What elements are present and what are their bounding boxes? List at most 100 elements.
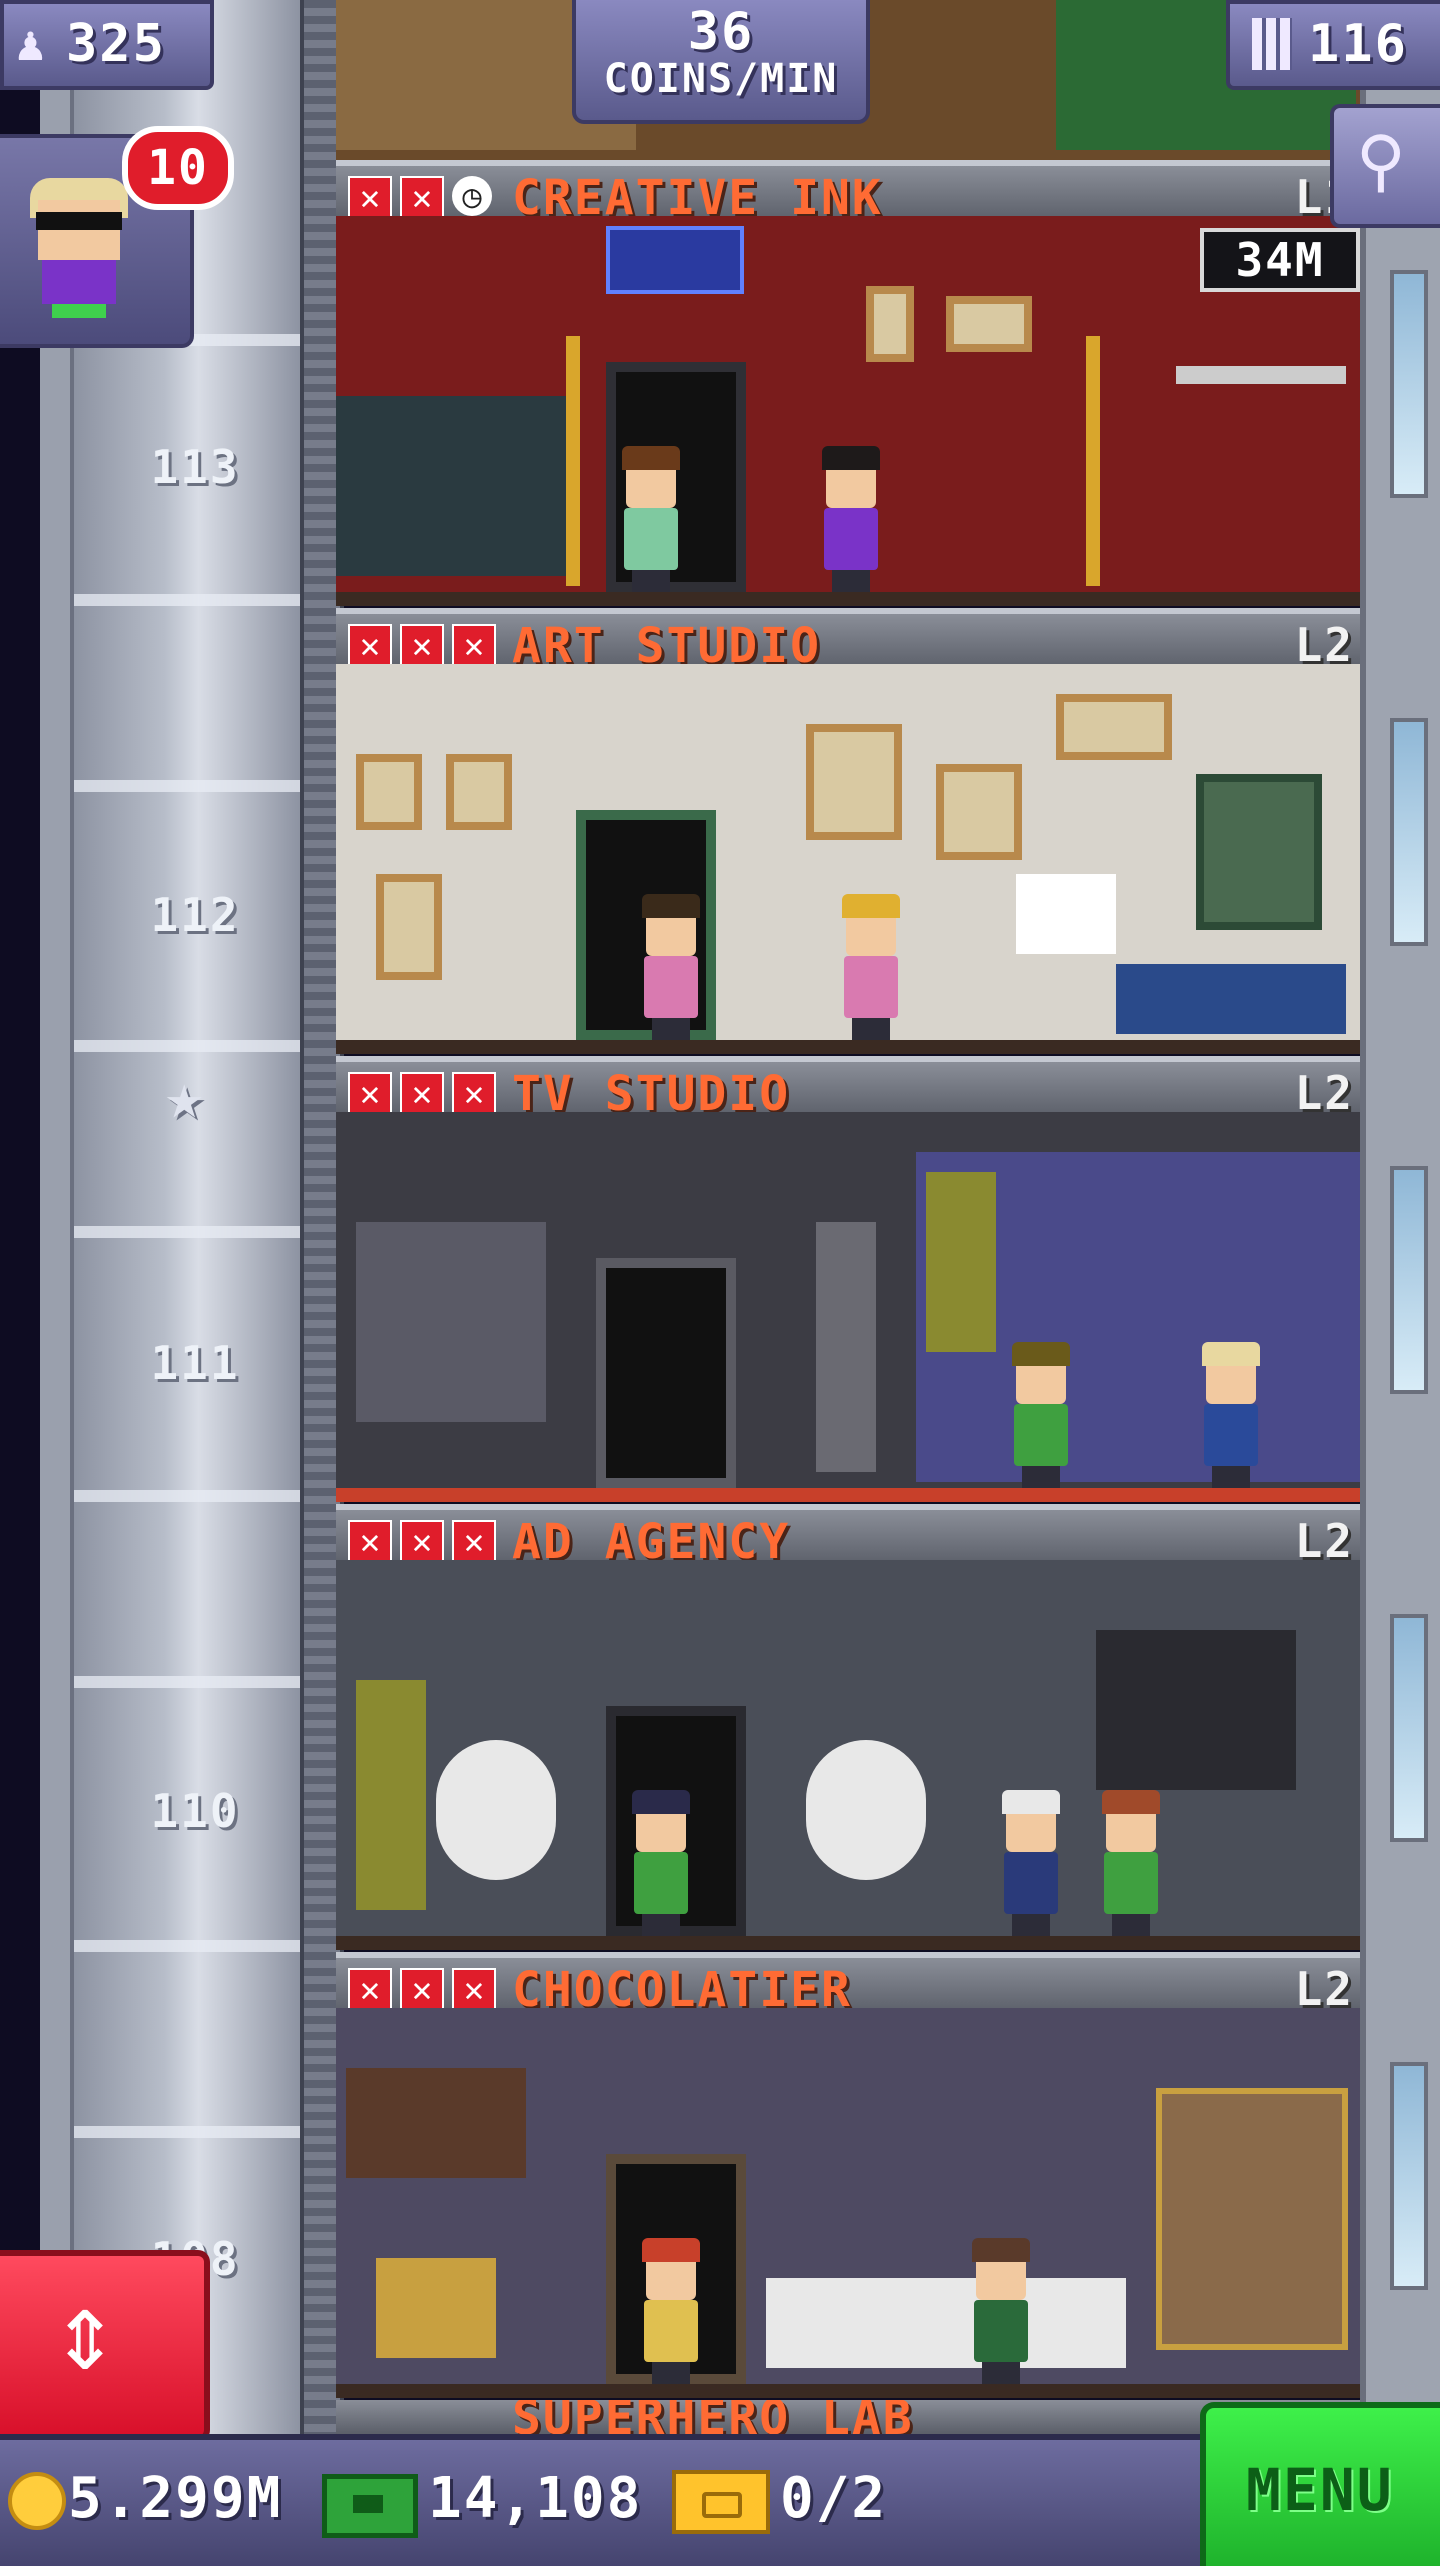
shaft-floor-number: 110 bbox=[150, 1784, 240, 1838]
floor-header: ✕ ✕ ✕ ART STUDIO L2 bbox=[336, 608, 1360, 674]
bux-icon bbox=[322, 2474, 418, 2538]
menu-button[interactable]: MENU bbox=[1200, 2402, 1440, 2566]
magnifier-icon: ⚲ bbox=[1356, 122, 1406, 201]
floor-count-button[interactable]: 116 bbox=[1226, 0, 1440, 90]
out-of-stock-icon: ✕ bbox=[452, 1072, 496, 1116]
floor-header: ✕ ✕ ✕ TV STUDIO L2 bbox=[336, 1056, 1360, 1122]
person[interactable] bbox=[996, 1790, 1066, 1936]
shaft-floor-number: 111 bbox=[150, 1336, 240, 1390]
window bbox=[1390, 2062, 1428, 2290]
out-of-stock-icon: ✕ bbox=[452, 1520, 496, 1564]
window bbox=[1390, 270, 1428, 498]
ticket-icon bbox=[672, 2470, 770, 2534]
menu-label: MENU bbox=[1246, 2456, 1394, 2524]
elevator-button[interactable]: ⇕ bbox=[0, 2250, 210, 2442]
shaft-floor-number: 112 bbox=[150, 888, 240, 942]
room-interior[interactable] bbox=[336, 1112, 1360, 1502]
floor-ad-agency[interactable]: ✕ ✕ ✕ AD AGENCY L2 bbox=[336, 1504, 1360, 1950]
out-of-stock-icon: ✕ bbox=[400, 176, 444, 220]
window bbox=[1390, 718, 1428, 946]
floor-chocolatier[interactable]: ✕ ✕ ✕ CHOCOLATIER L2 bbox=[336, 1952, 1360, 2398]
clock-icon: ◷ bbox=[452, 176, 492, 216]
vat bbox=[1156, 2088, 1348, 2350]
out-of-stock-icon: ✕ bbox=[452, 624, 496, 668]
out-of-stock-icon: ✕ bbox=[452, 1968, 496, 2012]
picture-frame bbox=[866, 286, 914, 362]
shaft-band bbox=[74, 1490, 300, 1502]
egg-chair bbox=[806, 1740, 926, 1880]
person[interactable] bbox=[626, 1790, 696, 1936]
picture-frame bbox=[376, 874, 442, 980]
bux-balance[interactable]: 14,108 bbox=[428, 2466, 642, 2531]
out-of-stock-icon: ✕ bbox=[348, 1072, 392, 1116]
neon-sign bbox=[606, 226, 744, 294]
coins-balance[interactable]: 5.299M bbox=[68, 2466, 282, 2531]
person[interactable] bbox=[616, 446, 686, 592]
building-icon bbox=[1252, 18, 1292, 70]
avatar bbox=[24, 178, 134, 318]
picture-frame bbox=[446, 754, 512, 830]
cauldron bbox=[376, 2258, 496, 2358]
floor-header: ✕ ✕ ◷ CREATIVE INK L1 bbox=[336, 160, 1360, 226]
picture-frame bbox=[1056, 694, 1172, 760]
floor-tv-studio[interactable]: ✕ ✕ ✕ TV STUDIO L2 bbox=[336, 1056, 1360, 1502]
room-interior[interactable] bbox=[336, 2008, 1360, 2398]
person[interactable] bbox=[636, 2238, 706, 2384]
room-floor bbox=[336, 2384, 1360, 2398]
person[interactable] bbox=[836, 894, 906, 1040]
notification-badge: 10 bbox=[122, 126, 234, 210]
person[interactable] bbox=[816, 446, 886, 592]
shaft-band bbox=[74, 780, 300, 792]
room-interior[interactable] bbox=[336, 1560, 1360, 1950]
coin-icon bbox=[8, 2472, 66, 2530]
desk bbox=[336, 396, 566, 576]
shaft-wall bbox=[40, 0, 74, 2560]
table bbox=[1116, 964, 1346, 1034]
shaft-band bbox=[74, 1040, 300, 1052]
floor-header: ✕ ✕ ✕ AD AGENCY L2 bbox=[336, 1504, 1360, 1570]
picture-frame bbox=[356, 754, 422, 830]
floor-header: ✕ ✕ ✕ CHOCOLATIER L2 bbox=[336, 1952, 1360, 2018]
restock-countdown: 34M bbox=[1200, 228, 1360, 292]
population-counter[interactable]: ♟ 325 bbox=[0, 0, 214, 90]
up-down-arrow-icon: ⇕ bbox=[52, 2267, 119, 2395]
control-panel bbox=[356, 1222, 546, 1422]
floor-name: SUPERHERO LAB bbox=[512, 2400, 914, 2434]
shaft-band bbox=[74, 1226, 300, 1238]
picture-frame bbox=[806, 724, 902, 840]
shelf bbox=[346, 2068, 526, 2178]
shaft-band bbox=[74, 2126, 300, 2138]
out-of-stock-icon: ✕ bbox=[348, 624, 392, 668]
person[interactable] bbox=[636, 894, 706, 1040]
picture-frame bbox=[936, 764, 1022, 860]
room-floor bbox=[336, 1488, 1360, 1502]
shelf bbox=[1176, 366, 1346, 384]
plant bbox=[926, 1172, 996, 1352]
room-floor bbox=[336, 592, 1360, 606]
room-floor bbox=[336, 1040, 1360, 1054]
room-interior[interactable] bbox=[336, 664, 1360, 1054]
plant bbox=[356, 1680, 426, 1910]
person[interactable] bbox=[1196, 1342, 1266, 1488]
shaft-band bbox=[74, 1676, 300, 1688]
lamp-icon bbox=[1086, 336, 1100, 586]
coins-per-min-panel: 36 COINS/MIN bbox=[572, 0, 870, 124]
floor-art-studio[interactable]: ✕ ✕ ✕ ART STUDIO L2 bbox=[336, 608, 1360, 1054]
person[interactable] bbox=[1006, 1342, 1076, 1488]
person[interactable] bbox=[1096, 1790, 1166, 1936]
golden-tickets[interactable]: 0/2 bbox=[780, 2466, 887, 2531]
person-icon: ♟ bbox=[16, 16, 45, 72]
out-of-stock-icon: ✕ bbox=[348, 1968, 392, 2012]
floor-count-value: 116 bbox=[1308, 14, 1408, 74]
screen bbox=[1096, 1630, 1296, 1790]
search-button[interactable]: ⚲ bbox=[1330, 104, 1440, 228]
out-of-stock-icon: ✕ bbox=[348, 176, 392, 220]
picture-frame bbox=[946, 296, 1032, 352]
population-value: 325 bbox=[66, 14, 166, 74]
out-of-stock-icon: ✕ bbox=[400, 1968, 444, 2012]
easel bbox=[1016, 874, 1116, 954]
elevator-shaft[interactable] bbox=[74, 0, 300, 2560]
person[interactable] bbox=[966, 2238, 1036, 2384]
floor-creative-ink[interactable]: ✕ ✕ ◷ CREATIVE INK L1 bbox=[336, 160, 1360, 606]
out-of-stock-icon: ✕ bbox=[400, 1072, 444, 1116]
